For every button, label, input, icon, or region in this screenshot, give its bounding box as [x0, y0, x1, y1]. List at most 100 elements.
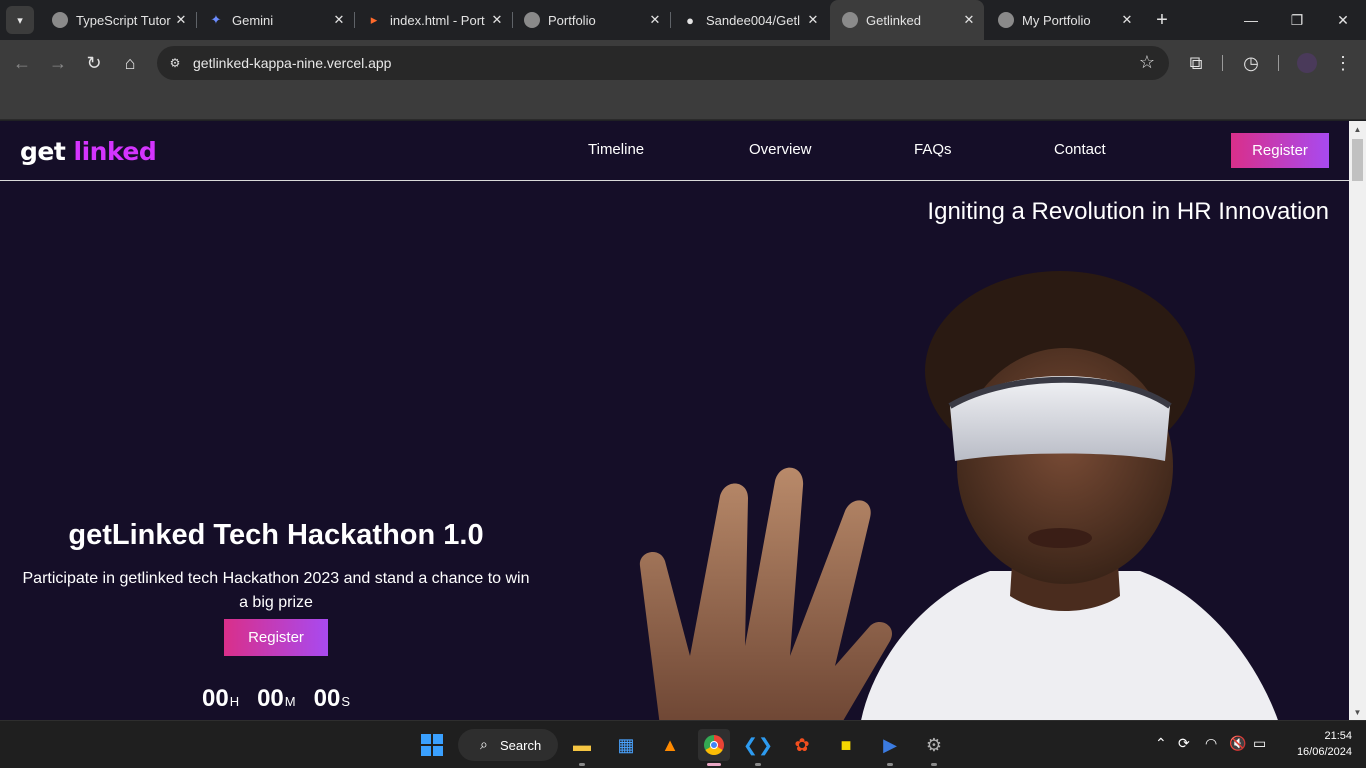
restore-button[interactable]: ❐ — [1274, 0, 1320, 40]
countdown-timer: 00 H 00 M 00 S — [20, 685, 532, 713]
scroll-down-arrow-icon[interactable]: ▼ — [1349, 704, 1366, 720]
powershell-icon[interactable]: ▶ — [874, 729, 906, 766]
countdown-unit: H — [229, 694, 240, 709]
close-icon[interactable]: ✕ — [646, 11, 664, 29]
taskbar-search[interactable]: ⌕ Search — [458, 729, 558, 761]
address-url: getlinked-kappa-nine.vercel.app — [193, 55, 392, 71]
scrollbar-thumb[interactable] — [1352, 139, 1363, 181]
github-icon: ● — [686, 12, 694, 28]
globe-icon — [842, 12, 858, 28]
bookmark-star-icon[interactable]: ☆ — [1139, 52, 1155, 73]
figma-icon[interactable]: ✿ — [786, 729, 818, 761]
tab-title: Portfolio — [548, 12, 596, 28]
vlc-icon[interactable]: ▲ — [654, 729, 686, 761]
extensions-icon[interactable]: ⧉ — [1181, 48, 1211, 78]
battery-icon[interactable]: ▭ — [1253, 735, 1266, 752]
nav-link-faqs[interactable]: FAQs — [914, 141, 952, 158]
taskbar-search-label: Search — [500, 737, 542, 753]
tab-title: Gemini — [232, 12, 274, 28]
tab-github[interactable]: ● Sandee004/Getl ✕ — [670, 0, 828, 40]
back-button[interactable]: ← — [7, 48, 37, 78]
close-icon[interactable]: ✕ — [960, 11, 978, 29]
globe-icon — [524, 12, 540, 28]
taskbar-indicator — [887, 763, 893, 766]
tab-search-dropdown-button[interactable]: ▾ — [6, 6, 34, 34]
nav-link-timeline[interactable]: Timeline — [588, 141, 644, 158]
close-window-button[interactable]: ✕ — [1320, 0, 1366, 40]
nav-link-contact[interactable]: Contact — [1054, 141, 1106, 158]
tab-my-portfolio[interactable]: My Portfolio ✕ — [986, 0, 1142, 40]
home-button[interactable]: ⌂ — [115, 48, 145, 78]
system-clock[interactable]: 21:54 16/06/2024 — [1280, 728, 1352, 760]
close-icon[interactable]: ✕ — [804, 11, 822, 29]
site-info-icon[interactable]: ⚙ — [165, 53, 185, 73]
countdown-unit: M — [284, 694, 296, 709]
bookmarks-bar — [0, 86, 1366, 120]
avatar[interactable] — [1292, 48, 1322, 78]
hero-vr-person-image — [639, 271, 1278, 720]
countdown-hours: 00 H — [202, 685, 239, 713]
nav-register-button[interactable]: Register — [1231, 133, 1329, 168]
toolbar-divider — [1278, 55, 1279, 71]
hero-subtitle: Participate in getlinked tech Hackathon … — [22, 570, 530, 611]
countdown-value: 00 — [313, 685, 341, 712]
tab-gemini[interactable]: ✦ Gemini ✕ — [196, 0, 355, 40]
gemini-sparkle-icon: ✦ — [210, 12, 222, 27]
tab-title: My Portfolio — [1022, 12, 1091, 28]
history-icon[interactable]: ◷ — [1236, 48, 1266, 78]
close-icon[interactable]: ✕ — [1118, 11, 1136, 29]
taskbar-indicator — [931, 763, 937, 766]
site-navbar: get linked Timeline Overview FAQs Contac… — [0, 121, 1349, 181]
browser-toolbar: ← → ↻ ⌂ ⚙ getlinked-kappa-nine.vercel.ap… — [0, 40, 1366, 86]
close-icon[interactable]: ✕ — [330, 11, 348, 29]
countdown-value: 00 — [257, 685, 284, 712]
new-tab-button[interactable]: + — [1150, 8, 1174, 32]
hero-tagline: Igniting a Revolution in HR Innovation — [927, 198, 1329, 225]
toolbar-divider — [1222, 55, 1223, 71]
tab-typescript[interactable]: TypeScript Tutor ✕ — [40, 0, 197, 40]
tab-portfolio[interactable]: Portfolio ✕ — [512, 0, 671, 40]
forward-button[interactable]: → — [43, 48, 73, 78]
browser-tab-strip: ▾ TypeScript Tutor ✕ ✦ Gemini ✕ ▸ index.… — [0, 0, 1366, 40]
browser-menu-icon[interactable]: ⋮ — [1328, 48, 1358, 78]
clock-date: 16/06/2024 — [1296, 746, 1352, 758]
countdown-value: 00 — [201, 685, 229, 712]
show-hidden-icons-chevron-icon[interactable]: ⌃ — [1155, 735, 1167, 752]
close-icon[interactable]: ✕ — [172, 11, 190, 29]
logo-accent: linked — [73, 137, 157, 166]
codepen-icon: ▸ — [370, 12, 378, 27]
vscode-icon[interactable]: ❮❯ — [742, 729, 774, 766]
minimize-button[interactable]: — — [1228, 0, 1274, 40]
logo-prefix: get — [20, 137, 66, 166]
web-page: get linked Timeline Overview FAQs Contac… — [0, 121, 1349, 720]
close-icon[interactable]: ✕ — [488, 11, 506, 29]
windows-taskbar: ⌕ Search ▬ ▦ ▲ ❮❯ ✿ ■ ▶ ⚙ ⌃ ⟳ ◠ 🔇 ▭ 21:5… — [0, 720, 1366, 768]
tab-title: TypeScript Tutor — [76, 12, 171, 28]
sync-status-icon[interactable]: ⟳ — [1178, 735, 1190, 752]
taskbar-indicator — [755, 763, 761, 766]
scroll-up-arrow-icon[interactable]: ▲ — [1349, 121, 1366, 137]
tab-title: index.html - Port — [390, 12, 485, 28]
countdown-unit: S — [341, 694, 350, 709]
taskbar-indicator — [707, 763, 721, 766]
wifi-icon[interactable]: ◠ — [1205, 735, 1217, 752]
taskbar-indicator — [579, 763, 585, 766]
reload-button[interactable]: ↻ — [79, 48, 109, 78]
countdown-seconds: 00 S — [314, 685, 350, 713]
microsoft-store-icon[interactable]: ▦ — [610, 729, 642, 761]
nav-link-overview[interactable]: Overview — [749, 141, 812, 158]
address-bar[interactable]: ⚙ getlinked-kappa-nine.vercel.app ☆ — [157, 46, 1169, 80]
windows-start-icon[interactable] — [416, 729, 448, 761]
tab-getlinked[interactable]: Getlinked ✕ — [830, 0, 984, 40]
volume-muted-icon[interactable]: 🔇 — [1229, 735, 1246, 752]
sticky-notes-icon[interactable]: ■ — [830, 729, 862, 761]
site-logo[interactable]: get linked — [20, 137, 157, 166]
hero-register-button[interactable]: Register — [224, 619, 328, 656]
settings-gear-icon[interactable]: ⚙ — [918, 729, 950, 766]
countdown-minutes: 00 M — [257, 685, 296, 713]
tab-codepen[interactable]: ▸ index.html - Port ✕ — [354, 0, 513, 40]
file-explorer-icon[interactable]: ▬ — [566, 729, 598, 766]
chrome-icon[interactable] — [698, 729, 730, 766]
tab-title: Getlinked — [866, 12, 921, 28]
page-scrollbar[interactable]: ▲ ▼ — [1349, 121, 1366, 720]
